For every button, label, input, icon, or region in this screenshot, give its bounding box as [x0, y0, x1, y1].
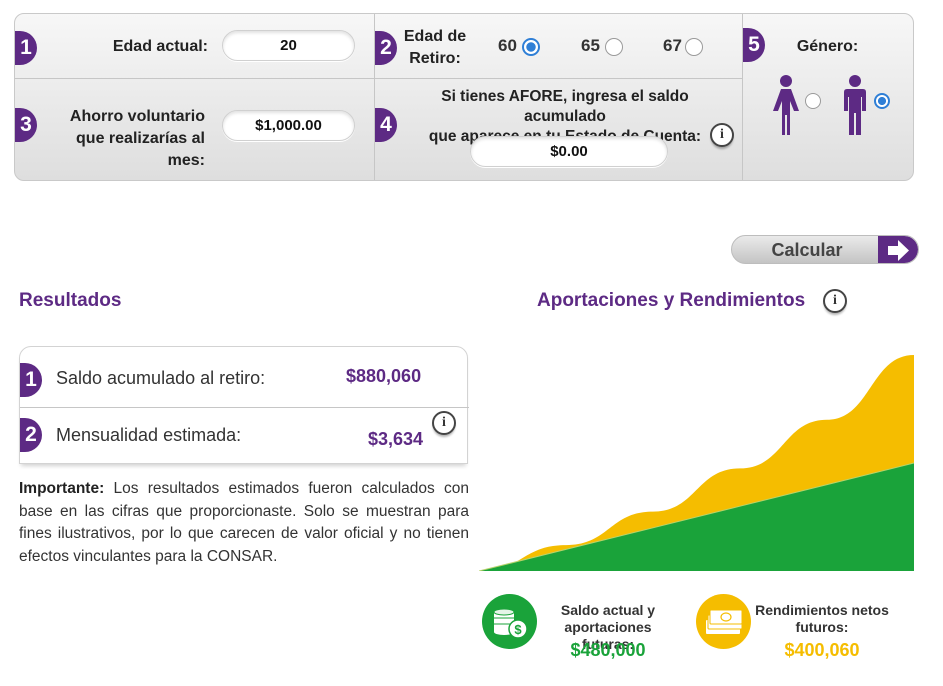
- retirement-option-67-label: 67: [663, 36, 682, 55]
- disclaimer-bold: Importante:: [19, 480, 105, 497]
- step-number: 2: [375, 31, 397, 65]
- retirement-option-60-label: 60: [498, 36, 517, 55]
- chart-info-icon[interactable]: i: [823, 289, 847, 313]
- voluntary-savings-label-line2: que realizarías al mes:: [76, 130, 205, 169]
- female-icon[interactable]: [773, 75, 799, 135]
- voluntary-savings-label-line1: Ahorro voluntario: [69, 108, 205, 125]
- retirement-option-65-label: 65: [581, 36, 600, 55]
- monthly-payment-label: Mensualidad estimada:: [56, 425, 242, 445]
- afore-balance-input[interactable]: $0.00: [470, 136, 668, 167]
- legend-returns-line2: futuros:: [795, 619, 849, 635]
- calculator-form: 1 Edad actual: 20 2 Edad de Retiro: 60 6…: [14, 13, 914, 181]
- legend-returns-label: Rendimientos netos futuros:: [752, 602, 892, 636]
- retirement-age-label-line2: Retiro:: [409, 50, 461, 67]
- afore-info-icon[interactable]: i: [710, 123, 734, 147]
- svg-text:$: $: [514, 622, 522, 637]
- retirement-age-label-line1: Edad de: [403, 28, 467, 45]
- divider: [15, 78, 742, 79]
- current-age-input[interactable]: 20: [222, 30, 355, 61]
- gender-label: Género:: [796, 38, 859, 55]
- gender-female-radio[interactable]: [805, 93, 821, 109]
- step-number: 4: [375, 108, 397, 142]
- step-number: 5: [743, 28, 765, 62]
- afore-balance-label-line1: Si tienes AFORE, ingresa el saldo acumul…: [441, 88, 689, 125]
- accumulated-balance-value: $880,060: [346, 366, 422, 386]
- legend-returns-line1: Rendimientos netos: [755, 602, 889, 618]
- coins-icon: $: [482, 594, 537, 649]
- legend-contributions-value: $480,000: [570, 640, 646, 660]
- step-number: 1: [20, 363, 42, 397]
- area-chart: [479, 355, 914, 571]
- monthly-payment-value: $3,634: [368, 429, 424, 449]
- retirement-option-67-radio[interactable]: [685, 38, 703, 56]
- calculate-button[interactable]: Calcular: [731, 235, 919, 264]
- results-title: Resultados: [19, 290, 122, 311]
- disclaimer-note: Importante: Los resultados estimados fue…: [19, 478, 469, 568]
- step-number: 3: [15, 108, 37, 142]
- step-number: 2: [20, 418, 42, 452]
- legend-contributions-line1: Saldo actual y: [560, 602, 656, 618]
- current-age-label: Edad actual:: [112, 38, 208, 55]
- results-info-icon[interactable]: i: [432, 411, 456, 435]
- retirement-option-60-radio[interactable]: [522, 38, 540, 56]
- voluntary-savings-label: Ahorro voluntario que realizarías al mes…: [35, 106, 205, 172]
- step-number: 1: [15, 31, 37, 65]
- male-icon[interactable]: [844, 75, 866, 135]
- chart-title: Aportaciones y Rendimientos: [537, 290, 806, 311]
- gender-male-radio[interactable]: [874, 93, 890, 109]
- retirement-option-65-radio[interactable]: [605, 38, 623, 56]
- arrow-right-icon: [878, 236, 918, 263]
- legend-returns-value: $400,060: [784, 640, 860, 660]
- accumulated-balance-label: Saldo acumulado al retiro:: [56, 368, 266, 388]
- voluntary-savings-input[interactable]: $1,000.00: [222, 110, 355, 141]
- calculate-button-label: Calcular: [771, 240, 843, 260]
- results-box: 1 Saldo acumulado al retiro: $880,060 2 …: [19, 346, 469, 464]
- retirement-age-label: Edad de Retiro:: [400, 26, 470, 70]
- divider: [20, 407, 469, 408]
- bills-icon: [696, 594, 751, 649]
